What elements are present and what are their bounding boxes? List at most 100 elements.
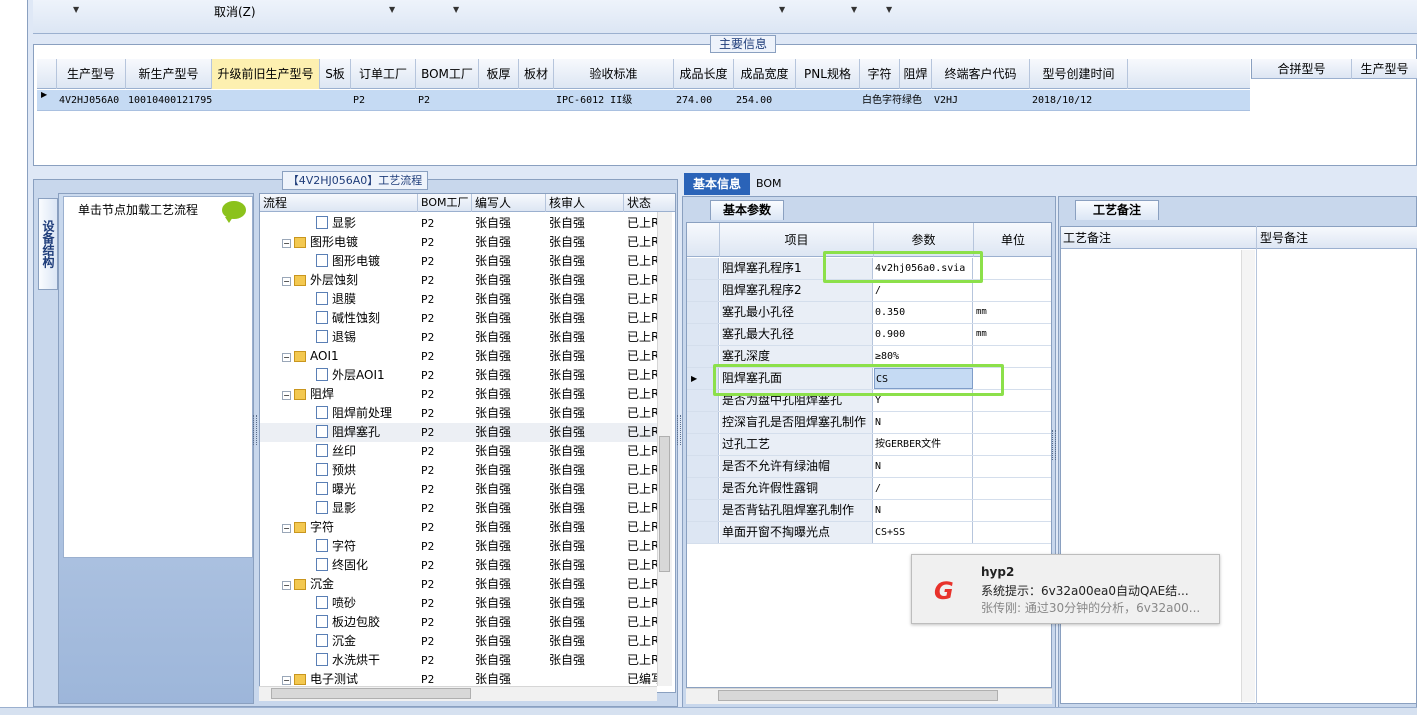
- param-hscroll-thumb[interactable]: [718, 690, 998, 701]
- collapse-icon[interactable]: −: [282, 239, 291, 248]
- param-row[interactable]: 塞孔最大孔径 0.900 mm: [687, 324, 1051, 346]
- process-col-header[interactable]: BOM工厂: [418, 194, 472, 212]
- splitter-handle[interactable]: [1052, 430, 1056, 460]
- process-tree-row[interactable]: − 字符 P2 张自强 张自强 已上R: [260, 518, 660, 537]
- remark-grid[interactable]: 工艺备注 型号备注: [1060, 226, 1417, 704]
- process-col-header[interactable]: 状态: [624, 194, 675, 212]
- process-tree-row[interactable]: 图形电镀 P2 张自强 张自强 已上R: [260, 252, 660, 271]
- process-tree-row[interactable]: 喷砂 P2 张自强 张自强 已上R: [260, 594, 660, 613]
- param-value[interactable]: 0.900: [874, 324, 973, 345]
- main-col-header[interactable]: 板材: [519, 59, 554, 89]
- tab-equipment-structure[interactable]: 设备结构: [38, 198, 58, 290]
- main-cell[interactable]: P2: [418, 90, 430, 111]
- main-cell[interactable]: 274.00: [676, 90, 712, 111]
- collapse-icon[interactable]: −: [282, 277, 291, 286]
- param-row[interactable]: 是否背钻孔阻焊塞孔制作 N: [687, 500, 1051, 522]
- process-node[interactable]: 碱性蚀刻: [316, 309, 380, 328]
- collapse-icon[interactable]: −: [282, 391, 291, 400]
- process-node[interactable]: 退锡: [316, 328, 356, 347]
- main-col-header[interactable]: 新生产型号: [126, 59, 212, 89]
- process-node[interactable]: 字符: [316, 537, 356, 556]
- process-tree-row[interactable]: 终固化 P2 张自强 张自强 已上R: [260, 556, 660, 575]
- process-tree-row[interactable]: − 沉金 P2 张自强 张自强 已上R: [260, 575, 660, 594]
- tab-basic-params[interactable]: 基本参数: [710, 200, 784, 220]
- process-scroll-thumb[interactable]: [659, 436, 670, 572]
- dropdown-arrow-icon[interactable]: ▼: [389, 5, 395, 14]
- tab-bom[interactable]: BOM: [756, 173, 782, 195]
- process-node[interactable]: 图形电镀: [316, 252, 380, 271]
- process-col-header[interactable]: 编写人: [472, 194, 546, 212]
- process-node[interactable]: 水洗烘干: [316, 651, 380, 670]
- main-cell[interactable]: 2018/10/12: [1032, 90, 1092, 111]
- main-col-header[interactable]: BOM工厂: [416, 59, 479, 89]
- process-node[interactable]: 阻焊塞孔: [316, 423, 380, 442]
- param-value[interactable]: N: [874, 412, 973, 433]
- main-col-header[interactable]: 成品宽度: [734, 59, 796, 89]
- chat-bubble-icon[interactable]: [222, 201, 246, 223]
- process-node[interactable]: − 沉金: [282, 575, 334, 594]
- param-value[interactable]: /: [874, 478, 973, 499]
- param-value[interactable]: /: [874, 280, 973, 301]
- main-cell[interactable]: 绿色: [902, 90, 922, 111]
- main-col-header[interactable]: 终端客户代码: [932, 59, 1030, 89]
- cancel-button[interactable]: 取消(Z): [214, 3, 256, 20]
- main-info-row[interactable]: 4V2HJ056A0 10010400121795 P2 P2 IPC-6012 II级…: [37, 90, 1250, 111]
- tab-basic-info[interactable]: 基本信息: [684, 173, 750, 195]
- process-node[interactable]: − 阻焊: [282, 385, 334, 404]
- main-col-header[interactable]: PNL规格: [796, 59, 860, 89]
- process-node[interactable]: 沉金: [316, 632, 356, 651]
- param-col-header[interactable]: 单位: [974, 223, 1051, 257]
- param-row[interactable]: 单面开窗不掏曝光点 CS+SS: [687, 522, 1051, 544]
- process-node[interactable]: − 字符: [282, 518, 334, 537]
- param-value[interactable]: CS+SS: [874, 522, 973, 543]
- main-col-header[interactable]: 升级前旧生产型号: [212, 59, 320, 89]
- process-node[interactable]: 外层AOI1: [316, 366, 385, 385]
- process-tree-row[interactable]: 板边包胶 P2 张自强 张自强 已上R: [260, 613, 660, 632]
- param-row[interactable]: 塞孔最小孔径 0.350 mm: [687, 302, 1051, 324]
- process-tree-row[interactable]: 沉金 P2 张自强 张自强 已上R: [260, 632, 660, 651]
- process-node[interactable]: − 外层蚀刻: [282, 271, 358, 290]
- main-col-header[interactable]: 阻焊: [900, 59, 932, 89]
- main-col-header[interactable]: 订单工厂: [351, 59, 416, 89]
- process-tree-row[interactable]: − 外层蚀刻 P2 张自强 张自强 已上R: [260, 271, 660, 290]
- collapse-icon[interactable]: −: [282, 676, 291, 685]
- param-value[interactable]: 0.350: [874, 302, 973, 323]
- main-cell[interactable]: 10010400121795: [128, 90, 212, 111]
- process-tree-row[interactable]: 阻焊塞孔 P2 张自强 张自强 已上R: [260, 423, 660, 442]
- param-value[interactable]: 按GERBER文件: [874, 434, 973, 455]
- process-node[interactable]: 板边包胶: [316, 613, 380, 632]
- dropdown-arrow-icon[interactable]: ▼: [851, 5, 857, 14]
- process-tree-row[interactable]: − 阻焊 P2 张自强 张自强 已上R: [260, 385, 660, 404]
- dropdown-arrow-icon[interactable]: ▼: [453, 5, 459, 14]
- main-cell[interactable]: IPC-6012 II级: [556, 90, 632, 111]
- param-value[interactable]: N: [874, 456, 973, 477]
- dropdown-arrow-icon[interactable]: ▼: [886, 5, 892, 14]
- process-node[interactable]: − 图形电镀: [282, 233, 358, 252]
- collapse-icon[interactable]: −: [282, 353, 291, 362]
- main-col-header[interactable]: 板厚: [479, 59, 519, 89]
- param-value[interactable]: N: [874, 500, 973, 521]
- process-tree-row[interactable]: 显影 P2 张自强 张自强 已上R: [260, 499, 660, 518]
- main-col-header[interactable]: S板: [320, 59, 351, 89]
- process-tree-grid[interactable]: 流程 BOM工厂 编写人 核审人 状态 显影 P2 张自强 张自强 已上R − 图形电镀 P2 张自强张…: [259, 193, 676, 693]
- process-node[interactable]: 显影: [316, 214, 356, 233]
- process-node[interactable]: 终固化: [316, 556, 368, 575]
- main-col-header[interactable]: 验收标准: [554, 59, 674, 89]
- dropdown-arrow-icon[interactable]: ▼: [779, 5, 785, 14]
- process-tree-row[interactable]: 丝印 P2 张自强 张自强 已上R: [260, 442, 660, 461]
- main-cell[interactable]: 4V2HJ056A0: [59, 90, 119, 111]
- node-tree[interactable]: [63, 196, 253, 558]
- param-row[interactable]: 控深盲孔是否阻焊塞孔制作 N: [687, 412, 1051, 434]
- process-tree-row[interactable]: 曝光 P2 张自强 张自强 已上R: [260, 480, 660, 499]
- process-node[interactable]: 阻焊前处理: [316, 404, 392, 423]
- main-cell[interactable]: 白色字符: [862, 90, 902, 111]
- splitter-handle[interactable]: [677, 415, 681, 445]
- main-cell[interactable]: 254.00: [736, 90, 772, 111]
- process-tree-row[interactable]: 阻焊前处理 P2 张自强 张自强 已上R: [260, 404, 660, 423]
- splitter-handle[interactable]: [253, 415, 257, 445]
- param-row[interactable]: 阻焊塞孔程序2/: [687, 280, 1051, 302]
- process-tree-row[interactable]: − 图形电镀 P2 张自强 张自强 已上R: [260, 233, 660, 252]
- collapse-icon[interactable]: −: [282, 581, 291, 590]
- param-row[interactable]: 是否不允许有绿油帽 N: [687, 456, 1051, 478]
- process-node[interactable]: 曝光: [316, 480, 356, 499]
